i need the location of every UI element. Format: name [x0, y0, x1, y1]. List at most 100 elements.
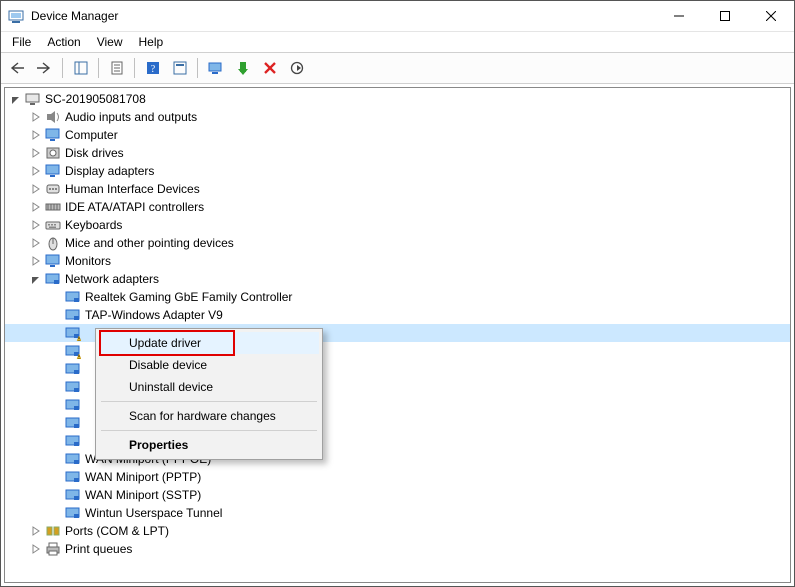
- context-menu-separator: [101, 401, 317, 402]
- window-title: Device Manager: [31, 9, 118, 23]
- node-label: Human Interface Devices: [65, 182, 200, 196]
- node-label: Wintun Userspace Tunnel: [85, 506, 222, 520]
- toolbar-separator: [98, 58, 99, 78]
- properties-button[interactable]: [104, 56, 129, 81]
- disable-button[interactable]: [284, 56, 309, 81]
- category-node[interactable]: IDE ATA/ATAPI controllers: [5, 198, 790, 216]
- category-node[interactable]: Ports (COM & LPT): [5, 522, 790, 540]
- back-button[interactable]: [5, 56, 30, 81]
- context-menu-item[interactable]: Scan for hardware changes: [99, 405, 319, 427]
- expander-icon[interactable]: [9, 92, 23, 106]
- expander-icon[interactable]: [29, 524, 43, 538]
- nic-icon: [65, 343, 81, 359]
- audio-icon: [45, 109, 61, 125]
- category-node[interactable]: Monitors: [5, 252, 790, 270]
- content-area: SC-201905081708 Audio inputs and outputs C…: [4, 87, 791, 583]
- expander-icon[interactable]: [29, 542, 43, 556]
- node-label: WAN Miniport (PPTP): [85, 470, 201, 484]
- printer-icon: [45, 541, 61, 557]
- category-node[interactable]: Audio inputs and outputs: [5, 108, 790, 126]
- expander-icon[interactable]: [29, 236, 43, 250]
- node-label: TAP-Windows Adapter V9: [85, 308, 223, 322]
- menubar: File Action View Help: [1, 32, 794, 52]
- nic-icon: [65, 415, 81, 431]
- node-label: Network adapters: [65, 272, 159, 286]
- toolbar-separator: [197, 58, 198, 78]
- node-label: Print queues: [65, 542, 132, 556]
- root-node[interactable]: SC-201905081708: [5, 90, 790, 108]
- ide-icon: [45, 199, 61, 215]
- toolbar: ?: [1, 52, 794, 84]
- nic-icon: [65, 361, 81, 377]
- context-menu: Update driverDisable deviceUninstall dev…: [95, 328, 323, 460]
- expander-icon[interactable]: [29, 254, 43, 268]
- menu-file[interactable]: File: [5, 33, 38, 51]
- help-button[interactable]: ?: [140, 56, 165, 81]
- expander-icon[interactable]: [29, 146, 43, 160]
- node-label: SC-201905081708: [45, 92, 146, 106]
- category-network-adapters[interactable]: Network adapters: [5, 270, 790, 288]
- category-node[interactable]: Disk drives: [5, 144, 790, 162]
- device-node[interactable]: Realtek Gaming GbE Family Controller: [5, 288, 790, 306]
- device-node[interactable]: WAN Miniport (PPTP): [5, 468, 790, 486]
- titlebar: Device Manager: [1, 1, 794, 32]
- expander-icon[interactable]: [29, 200, 43, 214]
- maximize-button[interactable]: [702, 1, 748, 31]
- device-node[interactable]: TAP-Windows Adapter V9: [5, 306, 790, 324]
- category-node[interactable]: Human Interface Devices: [5, 180, 790, 198]
- menu-action[interactable]: Action: [40, 33, 87, 51]
- update-driver-button[interactable]: [230, 56, 255, 81]
- node-label: Mice and other pointing devices: [65, 236, 234, 250]
- menu-view[interactable]: View: [90, 33, 130, 51]
- device-manager-window: Device Manager File Action View Help ? S…: [0, 0, 795, 587]
- category-node[interactable]: Display adapters: [5, 162, 790, 180]
- monitor-icon: [45, 127, 61, 143]
- nic-icon: [45, 271, 61, 287]
- mouse-icon: [45, 235, 61, 251]
- keyboard-icon: [45, 217, 61, 233]
- nic-icon: [65, 379, 81, 395]
- device-node[interactable]: WAN Miniport (SSTP): [5, 486, 790, 504]
- action-icon[interactable]: [167, 56, 192, 81]
- nic-icon: [65, 325, 81, 341]
- forward-button[interactable]: [32, 56, 57, 81]
- nic-icon: [65, 487, 81, 503]
- computer-icon: [25, 91, 41, 107]
- menu-help[interactable]: Help: [132, 33, 171, 51]
- node-label: Ports (COM & LPT): [65, 524, 169, 538]
- nic-icon: [65, 397, 81, 413]
- uninstall-button[interactable]: [257, 56, 282, 81]
- node-label: Realtek Gaming GbE Family Controller: [85, 290, 292, 304]
- expander-icon[interactable]: [29, 272, 43, 286]
- expander-icon[interactable]: [29, 128, 43, 142]
- ports-icon: [45, 523, 61, 539]
- nic-icon: [65, 289, 81, 305]
- monitor-icon: [45, 163, 61, 179]
- expander-icon[interactable]: [29, 110, 43, 124]
- node-label: Computer: [65, 128, 118, 142]
- nic-icon: [65, 433, 81, 449]
- context-menu-item[interactable]: Update driver: [99, 332, 319, 354]
- app-icon: [8, 8, 24, 24]
- node-label: WAN Miniport (SSTP): [85, 488, 201, 502]
- category-node[interactable]: Mice and other pointing devices: [5, 234, 790, 252]
- node-label: Audio inputs and outputs: [65, 110, 197, 124]
- category-node[interactable]: Computer: [5, 126, 790, 144]
- category-node[interactable]: Print queues: [5, 540, 790, 558]
- context-menu-separator: [101, 430, 317, 431]
- show-hide-tree-button[interactable]: [68, 56, 93, 81]
- expander-icon[interactable]: [29, 164, 43, 178]
- nic-icon: [65, 505, 81, 521]
- minimize-button[interactable]: [656, 1, 702, 31]
- scan-hardware-button[interactable]: [203, 56, 228, 81]
- device-node[interactable]: Wintun Userspace Tunnel: [5, 504, 790, 522]
- context-menu-item[interactable]: Uninstall device: [99, 376, 319, 398]
- expander-icon[interactable]: [29, 218, 43, 232]
- expander-icon[interactable]: [29, 182, 43, 196]
- toolbar-separator: [134, 58, 135, 78]
- context-menu-item[interactable]: Disable device: [99, 354, 319, 376]
- close-button[interactable]: [748, 1, 794, 31]
- monitor-icon: [45, 253, 61, 269]
- category-node[interactable]: Keyboards: [5, 216, 790, 234]
- context-menu-item[interactable]: Properties: [99, 434, 319, 456]
